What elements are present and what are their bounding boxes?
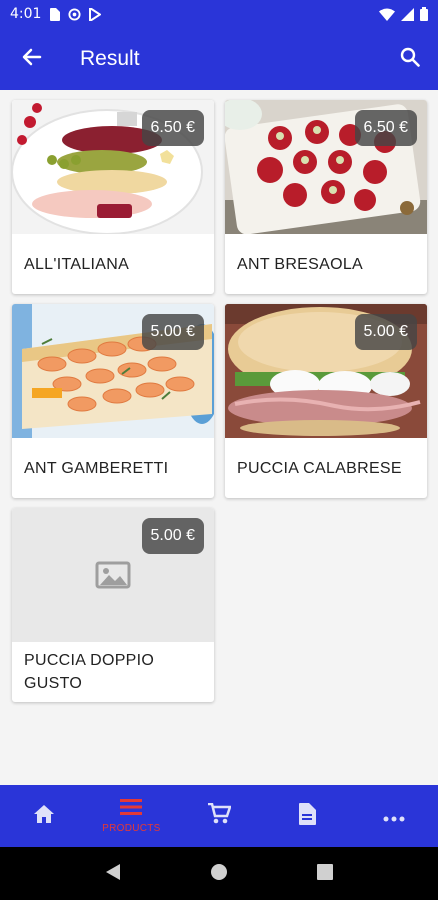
triangle-back-icon [105, 863, 121, 885]
product-name: ANT BRESAOLA [237, 255, 364, 273]
product-card[interactable]: 6.50 € ANT BRESAOLA [225, 100, 427, 294]
price-badge: 6.50 € [354, 110, 417, 146]
circle-home-icon [210, 863, 228, 885]
document-icon [298, 803, 316, 829]
product-name: ANT GAMBERETTI [24, 459, 169, 477]
menu-list-icon [120, 798, 143, 820]
play-store-icon [89, 7, 102, 21]
arrow-back-icon [22, 47, 42, 71]
search-button[interactable] [382, 28, 438, 90]
price-badge: 6.50 € [141, 110, 204, 146]
home-icon [33, 804, 55, 828]
price-badge: 5.00 € [141, 518, 204, 554]
battery-icon [420, 7, 428, 21]
square-recents-icon [317, 863, 333, 884]
app-bar: Result [0, 28, 438, 90]
product-card[interactable]: 6.50 € ALL'ITALIANA [12, 100, 214, 294]
search-icon [400, 47, 420, 71]
nav-more[interactable] [350, 785, 438, 847]
system-back-button[interactable] [93, 854, 133, 894]
wifi-icon [379, 8, 395, 21]
back-button[interactable] [0, 28, 64, 90]
nav-home[interactable] [0, 785, 88, 847]
status-bar: 4:01 [0, 0, 438, 28]
nav-document[interactable] [263, 785, 351, 847]
sim-card-icon [49, 7, 61, 21]
price-badge: 5.00 € [141, 314, 204, 350]
at-icon [68, 7, 81, 21]
price-badge: 5.00 € [354, 314, 417, 350]
product-card[interactable]: 5.00 € PUCCIA CALABRESE [225, 304, 427, 498]
page-title: Result [80, 47, 140, 70]
product-card[interactable]: 5.00 € ANT GAMBERETTI [12, 304, 214, 498]
product-name: ALL'ITALIANA [24, 255, 130, 273]
more-icon [383, 807, 405, 826]
system-recents-button[interactable] [305, 854, 345, 894]
product-name: PUCCIA DOPPIO GUSTO [24, 652, 155, 692]
product-grid: 6.50 € ALL'ITALIANA 6.50 € ANT BRESAOLA … [0, 90, 438, 785]
signal-icon [401, 7, 414, 21]
system-home-button[interactable] [199, 854, 239, 894]
status-time: 4:01 [10, 6, 42, 22]
nav-cart[interactable] [175, 785, 263, 847]
product-name: PUCCIA CALABRESE [237, 459, 402, 477]
nav-products[interactable]: PRODUCTS [88, 785, 176, 847]
placeholder-image-icon [95, 561, 131, 589]
system-nav-bar [0, 847, 438, 900]
bottom-nav: PRODUCTS [0, 785, 438, 847]
cart-icon [207, 802, 232, 829]
product-card[interactable]: 5.00 € PUCCIA DOPPIO GUSTO [12, 508, 214, 702]
nav-products-label: PRODUCTS [102, 823, 161, 834]
